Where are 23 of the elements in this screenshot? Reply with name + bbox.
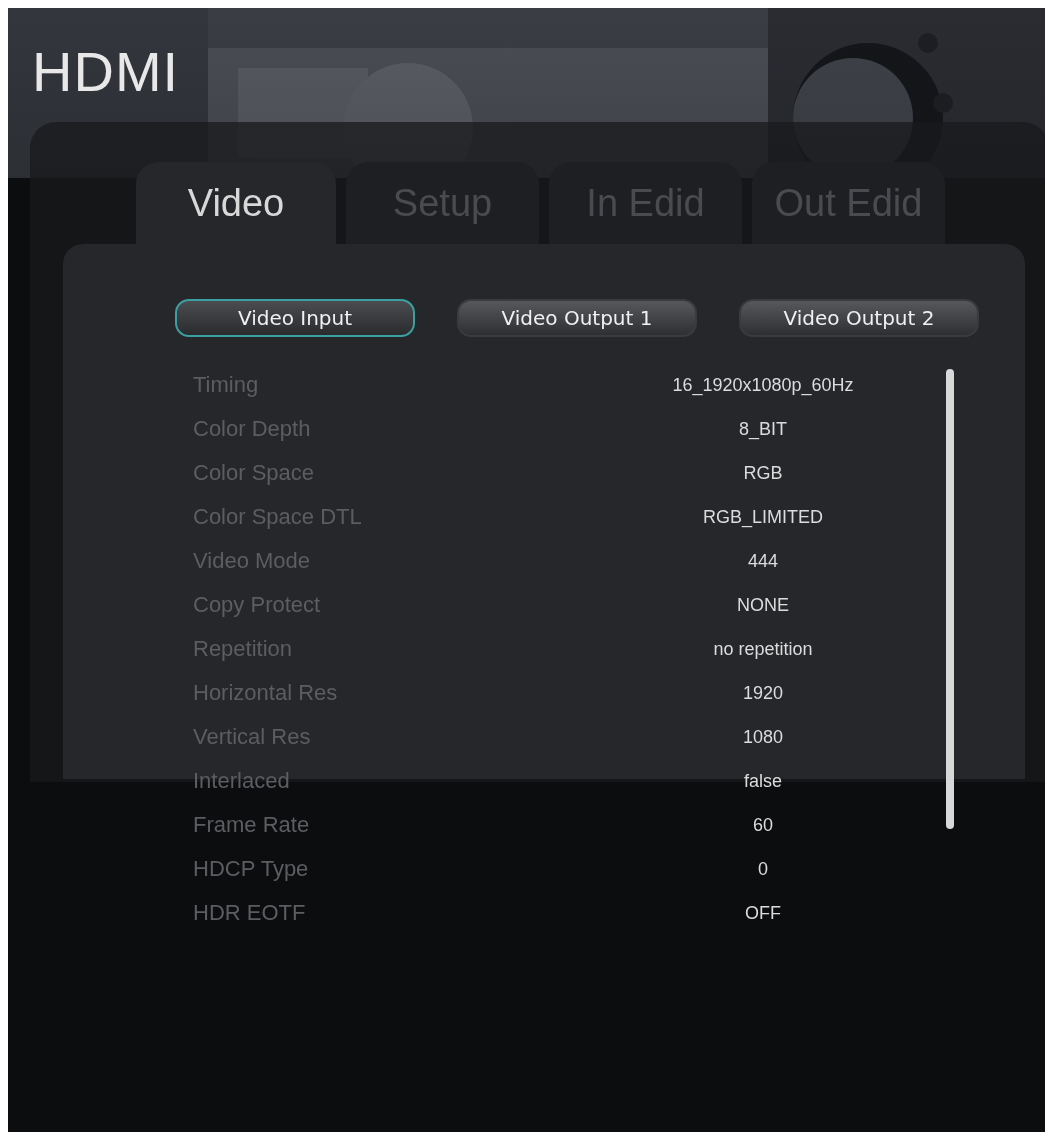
field-value: 60 [752, 814, 774, 836]
field-label: Frame Rate [193, 812, 311, 838]
field-value: OFF [744, 902, 782, 924]
field-label: HDR EOTF [193, 900, 307, 926]
field-label: HDCP Type [193, 856, 310, 882]
sub-tab-button[interactable]: Video Output 2 [739, 299, 979, 337]
field-value: no repetition [712, 638, 814, 660]
field-value: 1920 [741, 682, 784, 704]
sub-tab-button[interactable]: Video Input [175, 299, 415, 337]
field-value: 8_BIT [738, 418, 788, 440]
field-value: false [743, 770, 783, 792]
field-value: RGB [742, 462, 784, 484]
field-value: RGB_LIMITED [702, 506, 824, 528]
field-value: NONE [736, 594, 790, 616]
field-value: 1080 [741, 726, 784, 748]
field-label: Interlaced [193, 768, 291, 794]
tab[interactable]: Video [136, 162, 336, 244]
screen-title: HDMI [32, 40, 180, 104]
field-value: 444 [746, 550, 779, 572]
scrollbar[interactable] [946, 369, 954, 829]
field-value: 16_1920x1080p_60Hz [671, 374, 855, 396]
sub-tab-button[interactable]: Video Output 1 [457, 299, 697, 337]
field-value: 0 [757, 858, 769, 880]
